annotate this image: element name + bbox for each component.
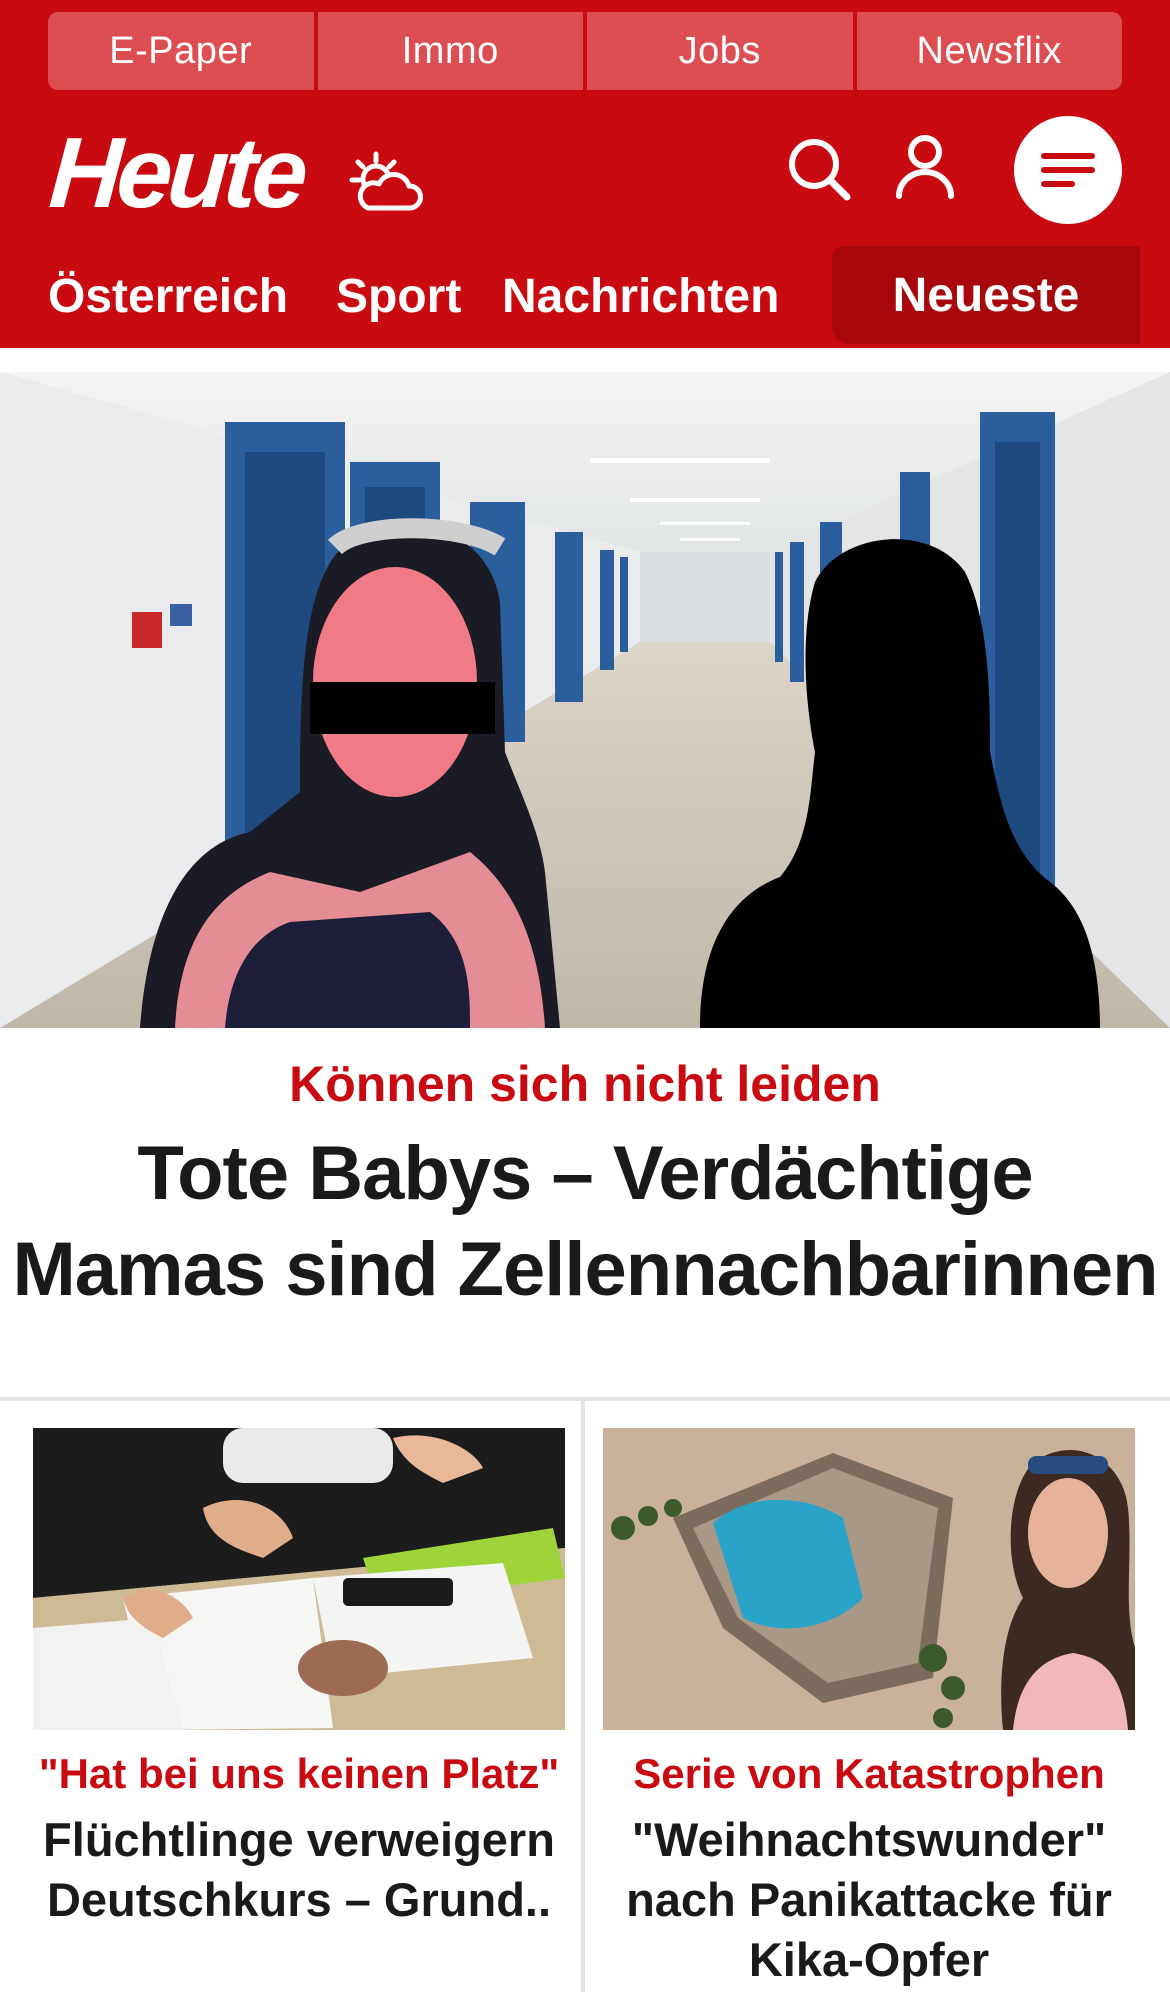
teaser-headline-1[interactable]: Flüchtlinge verweigern Deutschkurs – Gru…	[33, 1810, 565, 1930]
section-divider	[0, 1397, 1170, 1401]
teaser-kicker-2: Serie von Katastrophen	[633, 1750, 1105, 1797]
top-link-epaper[interactable]: E-Paper	[48, 12, 314, 90]
menu-icon	[1041, 153, 1095, 187]
top-link-jobs[interactable]: Jobs	[587, 12, 853, 90]
teaser-kicker-1: "Hat bei uns keinen Platz"	[38, 1750, 560, 1797]
menu-button[interactable]	[1014, 116, 1122, 224]
hero-illustration	[0, 372, 1170, 1028]
teaser-image-1[interactable]	[33, 1428, 565, 1730]
teaser-card-1[interactable]: "Hat bei uns keinen Platz" Flüchtlinge v…	[33, 1428, 565, 1930]
teaser-illustration-1	[33, 1428, 565, 1730]
column-divider	[581, 1401, 585, 1992]
teaser-illustration-2	[603, 1428, 1135, 1730]
top-link-immo[interactable]: Immo	[317, 12, 583, 90]
top-link-newsflix[interactable]: Newsflix	[856, 12, 1122, 90]
weather-icon[interactable]	[346, 150, 424, 214]
nav-item-oesterreich[interactable]: Österreich	[48, 244, 288, 348]
hero-image[interactable]	[0, 372, 1170, 1028]
teaser-image-2[interactable]	[603, 1428, 1135, 1730]
teaser-card-2[interactable]: Serie von Katastrophen "Weihnachtswunder…	[603, 1428, 1135, 1990]
site-logo[interactable]: Heute	[46, 117, 307, 229]
hero-kicker: Können sich nicht leiden	[289, 1056, 881, 1112]
main-nav: Österreich Sport Nachrichten Neueste	[0, 244, 1170, 348]
nav-item-neueste[interactable]: Neueste	[832, 246, 1140, 344]
teaser-headline-2[interactable]: "Weihnachtswunder" nach Panikattacke für…	[603, 1810, 1135, 1990]
user-icon[interactable]	[894, 134, 956, 200]
site-header: E-Paper Immo Jobs Newsflix Heute Österre…	[0, 0, 1170, 348]
nav-item-nachrichten[interactable]: Nachrichten	[502, 244, 779, 348]
hero-headline[interactable]: Tote Babys – Verdächtige Mamas sind Zell…	[10, 1126, 1160, 1318]
search-icon[interactable]	[786, 136, 852, 202]
top-links-bar: E-Paper Immo Jobs Newsflix	[48, 12, 1122, 90]
nav-item-sport[interactable]: Sport	[336, 244, 461, 348]
